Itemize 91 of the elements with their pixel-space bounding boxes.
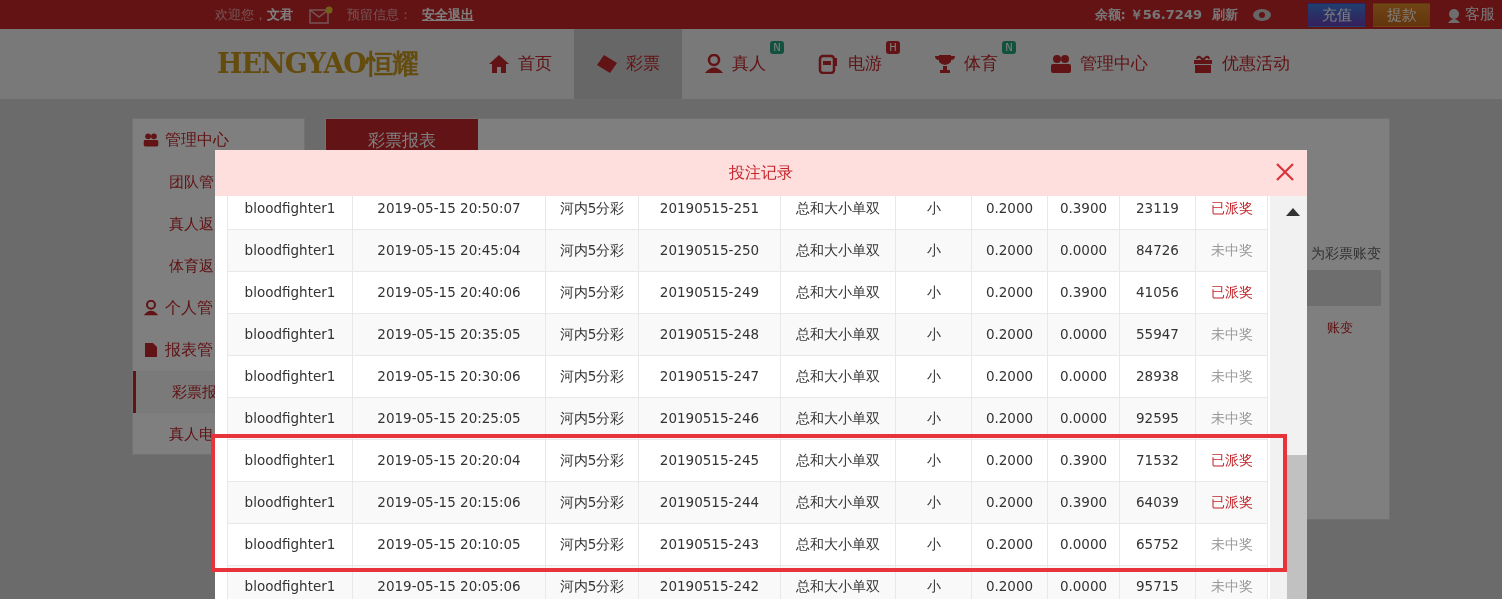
table-cell: 小 — [895, 271, 972, 314]
table-cell: 河内5分彩 — [545, 196, 639, 230]
status-cell: 未中奖 — [1195, 523, 1268, 566]
table-cell: 0.3900 — [1047, 196, 1120, 230]
table-cell: 20190515-245 — [638, 439, 781, 482]
table-cell: bloodfighter1 — [227, 355, 353, 398]
status-cell: 已派奖 — [1195, 196, 1268, 230]
site-logo: HENGYAO恒耀 — [217, 46, 418, 81]
table-cell: 23119 — [1119, 196, 1196, 230]
table-cell: 0.0000 — [1047, 355, 1120, 398]
table-cell: 0.2000 — [971, 355, 1048, 398]
welcome-text: 欢迎您，文君 — [215, 5, 293, 24]
table-cell: 总和大小单双 — [780, 196, 896, 230]
table-cell: 0.3900 — [1047, 271, 1120, 314]
table-cell: 2019-05-15 20:40:06 — [352, 271, 546, 314]
table-cell: 0.2000 — [971, 271, 1048, 314]
table-cell: 小 — [895, 439, 972, 482]
table-cell: 小 — [895, 481, 972, 524]
status-cell: 未中奖 — [1195, 229, 1268, 272]
table-cell: 总和大小单双 — [780, 439, 896, 482]
table-cell: 总和大小单双 — [780, 313, 896, 356]
table-cell: 0.0000 — [1047, 313, 1120, 356]
table-cell: 41056 — [1119, 271, 1196, 314]
status-cell: 已派奖 — [1195, 271, 1268, 314]
table-cell: 0.2000 — [971, 229, 1048, 272]
table-cell: bloodfighter1 — [227, 196, 353, 230]
balance-label: 余额: — [1094, 5, 1126, 24]
table-cell: 2019-05-15 20:35:05 — [352, 313, 546, 356]
modal-title: 投注记录 — [729, 162, 793, 184]
table-cell: 0.2000 — [971, 196, 1048, 230]
table-cell: 71532 — [1119, 439, 1196, 482]
table-cell-text: 账变 — [1327, 319, 1353, 337]
table-cell: 0.0000 — [1047, 523, 1120, 566]
table-cell: 河内5分彩 — [545, 229, 639, 272]
table-cell: 55947 — [1119, 313, 1196, 356]
table-cell: 小 — [895, 196, 972, 230]
table-cell: 20190515-250 — [638, 229, 781, 272]
table-cell: 小 — [895, 229, 972, 272]
table-cell: 20190515-248 — [638, 313, 781, 356]
table-cell: bloodfighter1 — [227, 229, 353, 272]
table-cell: 65752 — [1119, 523, 1196, 566]
table-cell: 总和大小单双 — [780, 481, 896, 524]
table-cell: bloodfighter1 — [227, 481, 353, 524]
table-cell: 0.2000 — [971, 313, 1048, 356]
table-cell: 20190515-243 — [638, 523, 781, 566]
table-cell: 2019-05-15 20:15:06 — [352, 481, 546, 524]
table-cell: 河内5分彩 — [545, 355, 639, 398]
table-cell: 小 — [895, 355, 972, 398]
table-cell: 总和大小单双 — [780, 271, 896, 314]
table-cell: 84726 — [1119, 229, 1196, 272]
table-cell: 0.0000 — [1047, 229, 1120, 272]
table-cell: 20190515-249 — [638, 271, 781, 314]
reserved-info-label: 预留信息： — [347, 5, 412, 24]
table-cell: 64039 — [1119, 481, 1196, 524]
badge: N — [1002, 41, 1016, 54]
table-cell: bloodfighter1 — [227, 271, 353, 314]
table-cell: 2019-05-15 20:45:04 — [352, 229, 546, 272]
table-cell: 总和大小单双 — [780, 355, 896, 398]
table-cell: 28938 — [1119, 355, 1196, 398]
table-cell: 0.2000 — [971, 523, 1048, 566]
table-cell: 河内5分彩 — [545, 523, 639, 566]
table-cell: bloodfighter1 — [227, 523, 353, 566]
badge: H — [886, 41, 900, 54]
table-cell: 2019-05-15 20:30:06 — [352, 355, 546, 398]
table-cell: 河内5分彩 — [545, 271, 639, 314]
table-cell: 0.3900 — [1047, 439, 1120, 482]
table-cell: 2019-05-15 20:10:05 — [352, 523, 546, 566]
status-cell: 已派奖 — [1195, 481, 1268, 524]
table-cell: 2019-05-15 20:50:07 — [352, 196, 546, 230]
table-cell: 20190515-251 — [638, 196, 781, 230]
table-cell: 总和大小单双 — [780, 523, 896, 566]
table-cell: 2019-05-15 20:20:04 — [352, 439, 546, 482]
table-cell: 0.3900 — [1047, 481, 1120, 524]
table-cell: 小 — [895, 313, 972, 356]
table-cell: 总和大小单双 — [780, 229, 896, 272]
status-cell: 未中奖 — [1195, 355, 1268, 398]
table-cell: 0.2000 — [971, 439, 1048, 482]
badge: N — [770, 41, 784, 54]
table-cell: 河内5分彩 — [545, 481, 639, 524]
status-cell: 未中奖 — [1195, 313, 1268, 356]
table-cell: 0.2000 — [971, 481, 1048, 524]
table-cell: 20190515-244 — [638, 481, 781, 524]
table-cell: 小 — [895, 523, 972, 566]
status-cell: 已派奖 — [1195, 439, 1268, 482]
table-cell: 河内5分彩 — [545, 439, 639, 482]
table-cell: 20190515-247 — [638, 355, 781, 398]
table-cell: bloodfighter1 — [227, 439, 353, 482]
note-text: 为彩票账变 — [1311, 244, 1381, 263]
balance-value: ￥56.7249 — [1129, 5, 1202, 24]
table-cell: bloodfighter1 — [227, 313, 353, 356]
table-cell: 河内5分彩 — [545, 313, 639, 356]
